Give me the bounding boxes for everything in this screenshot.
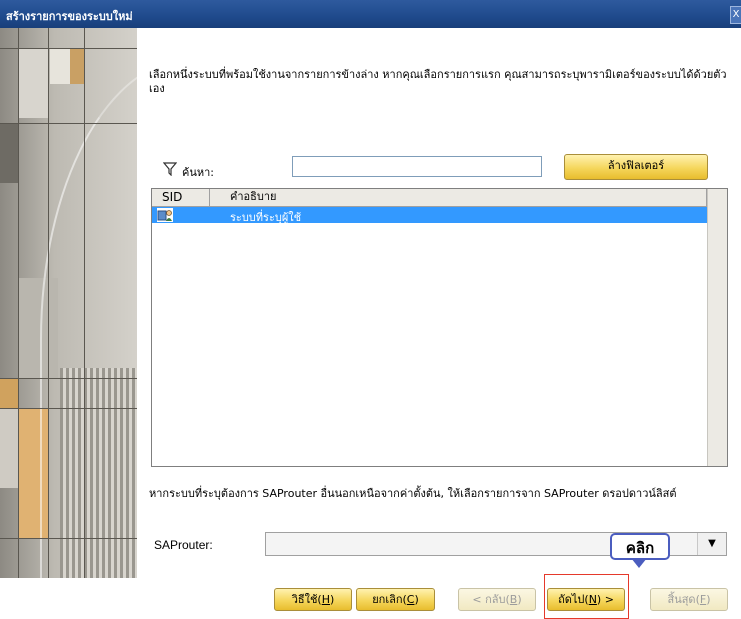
wizard-footer: วิธีใช้(H) ยกเลิก(C) < กลับ(B) ถัดไป(N) … (0, 578, 741, 619)
decorative-side-image (0, 28, 137, 578)
next-suffix: > (601, 593, 614, 606)
help-key: H (321, 593, 330, 606)
cancel-label: ยกเลิก (372, 593, 403, 606)
help-button[interactable]: วิธีใช้(H) (274, 588, 352, 611)
wizard-content: เลือกหนึ่งระบบที่พร้อมใช้งานจากรายการข้า… (137, 28, 741, 578)
window-title: สร้างรายการของระบบใหม่ (6, 10, 133, 23)
instructions-text: เลือกหนึ่งระบบที่พร้อมใช้งานจากรายการข้า… (149, 68, 727, 95)
system-list[interactable]: SID คำอธิบาย ระบบที่ระบุผู้ใช้ (151, 188, 728, 467)
finish-button[interactable]: สิ้นสุด(F) (650, 588, 728, 611)
user-defined-system-icon (157, 208, 173, 222)
search-label: ค้นหา: (182, 166, 215, 179)
list-item-description: ระบบที่ระบุผู้ใช้ (230, 211, 302, 224)
search-input[interactable] (292, 156, 542, 177)
help-label: วิธีใช้ (291, 593, 318, 606)
title-bar: สร้างรายการของระบบใหม่ X (0, 0, 741, 28)
saprouter-label: SAProuter: (154, 538, 213, 552)
next-key: N (588, 593, 597, 606)
next-label: ถัดไป (558, 593, 585, 606)
list-scrollbar[interactable] (707, 189, 727, 466)
callout-pointer (631, 558, 647, 568)
back-key: B (509, 593, 518, 606)
saprouter-note: หากระบบที่ระบุต้องการ SAProuter อื่นนอกเ… (149, 487, 677, 500)
list-header: SID คำอธิบาย (152, 189, 727, 207)
column-header-sid[interactable]: SID (152, 189, 210, 206)
chevron-down-icon[interactable]: ▼ (697, 533, 726, 555)
back-button[interactable]: < กลับ(B) (458, 588, 536, 611)
close-icon[interactable]: X (730, 6, 741, 24)
back-label: < กลับ (472, 593, 506, 606)
cancel-button[interactable]: ยกเลิก(C) (356, 588, 435, 611)
finish-label: สิ้นสุด (667, 593, 696, 606)
cancel-key: C (406, 593, 415, 606)
filter-funnel-icon (163, 162, 177, 176)
click-callout: คลิก (610, 533, 670, 560)
next-button[interactable]: ถัดไป(N) > (547, 588, 625, 611)
finish-key: F (699, 593, 707, 606)
list-item[interactable]: ระบบที่ระบุผู้ใช้ (152, 207, 708, 224)
clear-filter-button[interactable]: ล้างฟิลเตอร์ (564, 154, 708, 180)
column-header-description[interactable]: คำอธิบาย (210, 189, 707, 206)
